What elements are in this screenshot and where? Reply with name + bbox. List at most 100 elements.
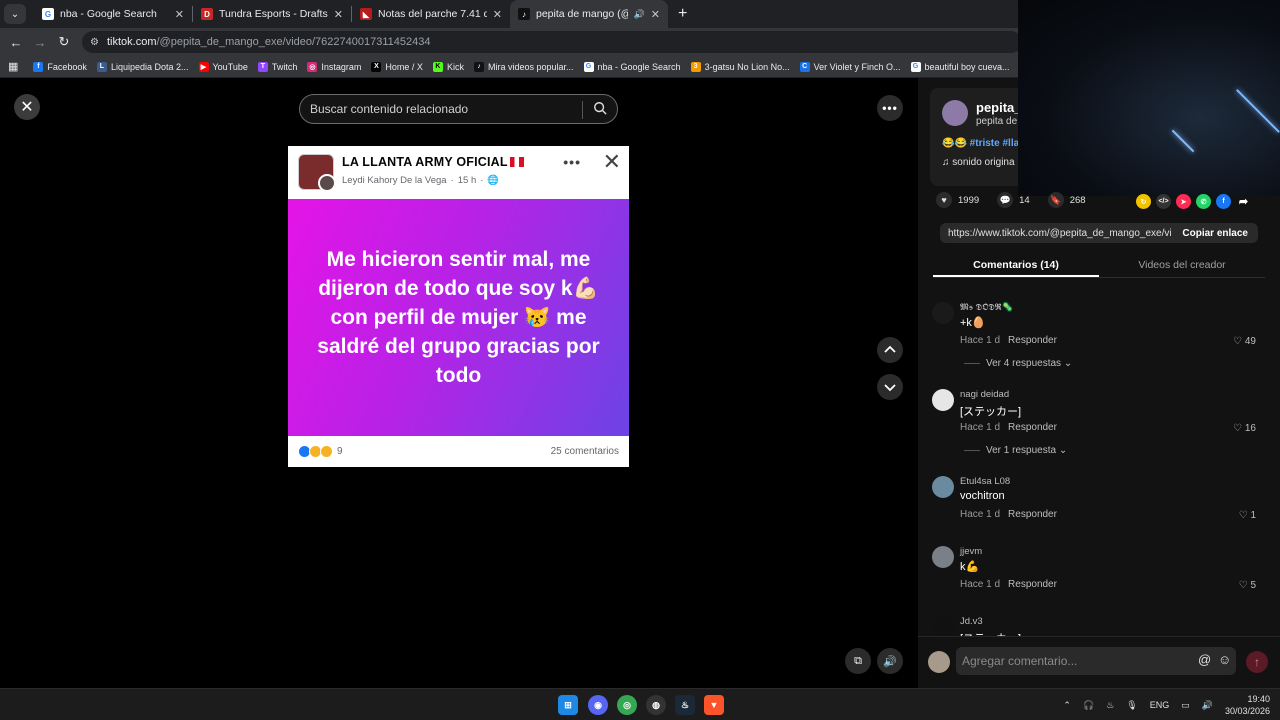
site-info-icon[interactable]: ⚙ (90, 37, 99, 48)
next-video-button[interactable] (877, 374, 903, 400)
share-url[interactable]: https://www.tiktok.com/@pepita_de_mango_… (940, 228, 1172, 239)
creator-avatar[interactable] (942, 100, 968, 126)
commenter-name[interactable]: nagi deidad (960, 389, 1009, 400)
browser-tab[interactable]: Gnba - Google Search ✕ (34, 0, 192, 28)
bookmark-item[interactable]: 3 3-gatsu No Lion No... (686, 61, 795, 72)
repost-icon[interactable]: ↻ (1136, 194, 1151, 209)
chrome-icon[interactable]: ◎ (617, 695, 637, 715)
browser-tab[interactable]: D Tundra Esports - Drafts - DOTA ✕ (193, 0, 351, 28)
comment-like-button[interactable]: ♡ 5 (1239, 580, 1256, 591)
bookmark-item[interactable]: K Kick (428, 61, 469, 72)
steam-icon[interactable]: ♨ (675, 695, 695, 715)
comment-like-button[interactable]: ♡ 1 (1239, 510, 1256, 521)
language-indicator[interactable]: ENG (1150, 700, 1170, 710)
bookmark-item[interactable]: Gnba - Google Search (579, 61, 686, 72)
commenter-avatar[interactable] (932, 476, 954, 498)
obs-icon[interactable]: ◍ (646, 695, 666, 715)
sound-link[interactable]: ♫ sonido origina (942, 157, 1015, 168)
bookmark-item[interactable]: Gbeautiful boy cueva... (906, 61, 1015, 72)
bookmark-favicon-icon: C (799, 61, 810, 72)
tab-search-menu-button[interactable]: ⌄ (4, 4, 26, 24)
view-replies-button[interactable]: Ver 1 respuesta ⌄ (964, 445, 1067, 456)
reply-button[interactable]: Responder (1008, 579, 1057, 590)
previous-video-button[interactable] (877, 337, 903, 363)
address-bar[interactable]: ⚙ tiktok.com/@pepita_de_mango_exe/video/… (82, 31, 1022, 53)
comment-like-button[interactable]: ♡ 16 (1233, 423, 1256, 434)
reply-button[interactable]: Responder (1008, 509, 1057, 520)
related-search-input[interactable]: Buscar contenido relacionado (299, 94, 618, 124)
close-tab-icon[interactable]: ✕ (493, 8, 502, 21)
comment-stat[interactable]: 💬 14 (997, 192, 1030, 208)
bookmark-item[interactable]: ◎ Instagram (302, 61, 366, 72)
heart-outline-icon: ♡ (1238, 580, 1251, 591)
commenter-name[interactable]: jjevm (960, 546, 982, 557)
commenter-avatar[interactable] (932, 616, 954, 636)
comment-text: k💪 (960, 561, 980, 573)
browser-tab[interactable]: ◣ Notas del parche 7.41 de Dota ✕ (352, 0, 510, 28)
bookmark-favicon-icon: f (33, 61, 44, 72)
commenter-avatar[interactable] (932, 546, 954, 568)
post-comment-button[interactable]: ↑ (1246, 651, 1268, 673)
creator-username[interactable]: pepita_ (976, 100, 1022, 115)
bookmark-item[interactable]: ▶ YouTube (194, 61, 253, 72)
close-tab-icon[interactable]: ✕ (175, 8, 184, 21)
steam-tray-icon[interactable]: ♨ (1106, 700, 1114, 711)
search-icon[interactable] (593, 101, 607, 115)
video-caption[interactable]: 😂😂 #triste #lla (942, 138, 1019, 149)
close-tab-icon[interactable]: ✕ (334, 8, 343, 21)
reply-button[interactable]: Responder (1008, 335, 1057, 346)
commenter-avatar[interactable] (932, 389, 954, 411)
forward-button[interactable]: → (28, 35, 52, 50)
bookmark-item[interactable]: L Liquipedia Dota 2... (92, 61, 194, 72)
view-replies-button[interactable]: Ver 4 respuestas ⌄ (964, 358, 1072, 369)
like-stat[interactable]: ♥ 1999 (936, 192, 979, 208)
back-button[interactable]: ← (4, 35, 28, 50)
bookmark-item[interactable]: C Ver Violet y Finch O... (795, 61, 906, 72)
network-icon[interactable]: ▭ (1181, 700, 1190, 711)
reload-button[interactable]: ↻ (52, 34, 76, 50)
reply-button[interactable]: Responder (1008, 422, 1057, 433)
tab-creator-videos[interactable]: Videos del creador (1099, 256, 1265, 277)
commenter-name[interactable]: Etul4sa L08 (960, 476, 1010, 487)
embed-icon[interactable]: </> (1156, 194, 1171, 209)
start-button[interactable]: ⊞ (558, 695, 578, 715)
brave-icon[interactable]: ▼ (704, 695, 724, 715)
comment-like-button[interactable]: ♡ 49 (1233, 336, 1256, 347)
comment-item: nagi deidad [ステッカー] Hace 1 d Responder ♡ 16 V… (932, 389, 1272, 469)
microphone-icon[interactable]: 🎙 (1126, 700, 1137, 711)
apps-grid-icon[interactable]: ▦ (8, 60, 18, 73)
bookmark-item[interactable]: f Facebook (28, 61, 92, 72)
emoji-icon[interactable]: ☺ (1218, 652, 1231, 667)
copy-link-button[interactable]: Copiar enlace (1172, 228, 1258, 239)
share-arrow-icon[interactable]: ➦ (1236, 194, 1251, 209)
close-tab-icon[interactable]: ✕ (651, 8, 660, 21)
headphones-icon[interactable]: 🎧 (1083, 700, 1094, 711)
comment-input[interactable]: Agregar comentario... @ ☺ (956, 647, 1236, 675)
light-streak (1171, 129, 1195, 153)
whatsapp-icon[interactable]: ✆ (1196, 194, 1211, 209)
facebook-icon[interactable]: f (1216, 194, 1231, 209)
send-icon[interactable]: ➤ (1176, 194, 1191, 209)
comment-text: +k🥚 (960, 317, 986, 329)
tab-audio-icon[interactable]: 🔊 (634, 9, 645, 20)
mention-icon[interactable]: @ (1198, 652, 1211, 667)
pip-button[interactable]: ⧉ (845, 648, 871, 674)
save-stat[interactable]: 🔖 268 (1047, 192, 1086, 208)
tab-comments[interactable]: Comentarios (14) (933, 256, 1099, 277)
commenter-avatar[interactable] (932, 302, 954, 324)
volume-tray-icon[interactable]: 🔊 (1202, 700, 1213, 711)
commenter-name[interactable]: 𝕸𝖘 𝕯𝕺𝕯𝕽🦠 (960, 302, 1014, 313)
commenter-name[interactable]: Jd.v3 (960, 616, 983, 627)
new-tab-button[interactable]: + (678, 5, 687, 23)
bookmark-item[interactable]: ♪ Mira videos popular... (469, 61, 579, 72)
bookmark-favicon-icon: 3 (690, 61, 701, 72)
browser-tab[interactable]: ♪ pepita de mango (@pepita 🔊 ✕ (510, 0, 668, 28)
bookmark-item[interactable]: T Twitch (253, 61, 303, 72)
volume-button[interactable]: 🔊 (877, 648, 903, 674)
close-video-button[interactable]: ✕ (14, 94, 40, 120)
discord-icon[interactable]: ◉ (588, 695, 608, 715)
more-options-button[interactable]: ••• (877, 95, 903, 121)
clock[interactable]: 19:40 30/03/2026 (1225, 693, 1270, 717)
bookmark-item[interactable]: X Home / X (366, 61, 428, 72)
tray-chevron-icon[interactable]: ⌃ (1063, 700, 1071, 711)
